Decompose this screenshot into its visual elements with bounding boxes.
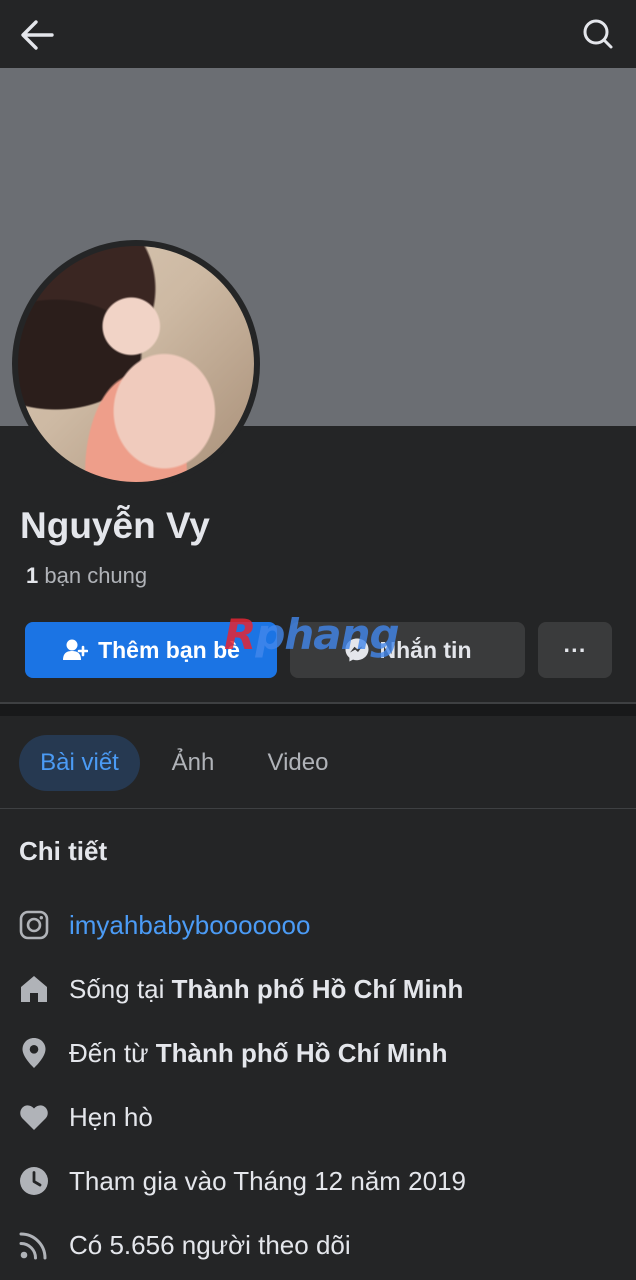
from-text: Đến từ Thành phố Hồ Chí Minh xyxy=(69,1038,448,1069)
instagram-icon xyxy=(18,909,50,941)
detail-from: Đến từ Thành phố Hồ Chí Minh xyxy=(0,1028,636,1078)
more-options-button[interactable]: ··· xyxy=(538,622,612,678)
search-icon[interactable] xyxy=(582,16,614,52)
lives-in-text: Sống tại Thành phố Hồ Chí Minh xyxy=(69,974,463,1005)
messenger-icon xyxy=(345,638,368,662)
rss-icon xyxy=(18,1229,50,1261)
from-prefix: Đến từ xyxy=(69,1037,149,1068)
tab-posts[interactable]: Bài viết xyxy=(19,735,140,791)
mutual-label: bạn chung xyxy=(44,563,148,588)
followers-text: Có 5.656 người theo dõi xyxy=(69,1229,351,1260)
tab-photos[interactable]: Ảnh xyxy=(158,735,228,791)
detail-instagram[interactable]: imyahbabybooooooo xyxy=(0,900,636,950)
tab-posts-label: Bài viết xyxy=(40,749,119,776)
profile-photo xyxy=(18,246,254,482)
message-button[interactable]: Nhắn tin xyxy=(290,622,525,678)
add-friend-button[interactable]: Thêm bạn bè xyxy=(25,622,277,678)
section-gap xyxy=(0,704,636,716)
detail-followers[interactable]: Có 5.656 người theo dõi xyxy=(0,1220,636,1270)
add-friend-label: Thêm bạn bè xyxy=(98,636,240,663)
relationship-text: Hẹn hò xyxy=(69,1101,153,1132)
detail-relationship: Hẹn hò xyxy=(0,1092,636,1142)
heart-icon xyxy=(18,1101,50,1133)
tab-photos-label: Ảnh xyxy=(171,749,215,776)
from-place[interactable]: Thành phố Hồ Chí Minh xyxy=(156,1038,448,1068)
profile-tabs: Bài viết Ảnh Video xyxy=(0,716,636,810)
lives-in-prefix: Sống tại xyxy=(69,973,165,1004)
more-label: ··· xyxy=(563,636,587,663)
lives-in-place[interactable]: Thành phố Hồ Chí Minh xyxy=(172,974,464,1004)
message-label: Nhắn tin xyxy=(379,636,472,663)
instagram-link[interactable]: imyahbabybooooooo xyxy=(69,910,310,941)
mutual-friends[interactable]: 1 bạn chung xyxy=(26,563,147,589)
tabs-divider xyxy=(0,808,636,809)
add-person-icon xyxy=(63,639,89,660)
top-bar xyxy=(0,0,636,68)
clock-icon xyxy=(18,1165,50,1197)
details-title: Chi tiết xyxy=(19,836,108,866)
tab-video-label: Video xyxy=(267,749,329,776)
profile-avatar[interactable] xyxy=(12,240,260,488)
detail-joined: Tham gia vào Tháng 12 năm 2019 xyxy=(0,1156,636,1206)
back-arrow-icon[interactable] xyxy=(18,16,56,54)
detail-lives-in: Sống tại Thành phố Hồ Chí Minh xyxy=(0,964,636,1014)
mutual-count: 1 xyxy=(26,563,39,588)
joined-text: Tham gia vào Tháng 12 năm 2019 xyxy=(69,1165,467,1196)
profile-name: Nguyễn Vy xyxy=(20,505,210,546)
home-icon xyxy=(18,973,50,1005)
tab-video[interactable]: Video xyxy=(252,735,344,791)
location-pin-icon xyxy=(18,1037,50,1069)
